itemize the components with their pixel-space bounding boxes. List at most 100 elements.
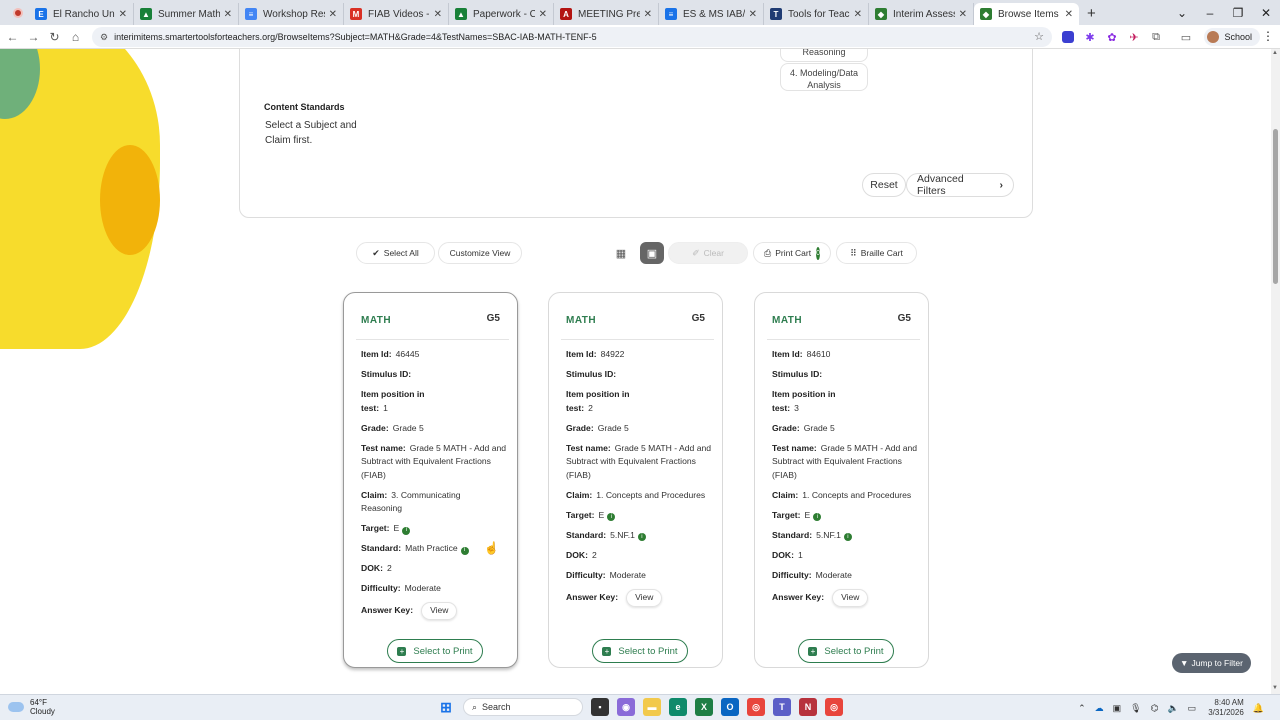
chrome-active-icon[interactable]: ◎ — [825, 698, 843, 716]
select-to-print-button[interactable]: + Select to Print — [592, 639, 688, 663]
claim-option-modeling[interactable]: 4. Modeling/Data Analysis — [780, 63, 868, 91]
more-menu-icon[interactable]: ⋮ — [1262, 29, 1274, 43]
difficulty-value: Moderate — [609, 569, 646, 580]
loom-extension-icon[interactable]: ✿ — [1101, 29, 1123, 45]
pink-extension-icon[interactable]: ✈ — [1123, 29, 1145, 45]
browser-tab[interactable]: ◆ Browse Items - Smarte ✕ — [974, 3, 1079, 25]
onedrive-icon[interactable]: ☁ — [1095, 703, 1104, 714]
edge-icon[interactable]: e — [669, 698, 687, 716]
battery-icon[interactable]: ▭ — [1188, 703, 1197, 714]
braille-cart-button[interactable]: ⠿ Braille Cart — [836, 242, 917, 264]
puzzle-extension-icon[interactable]: ✱ — [1079, 29, 1101, 45]
onenote-icon[interactable]: N — [799, 698, 817, 716]
view-answer-key-button[interactable]: View — [832, 588, 869, 607]
site-info-icon[interactable]: ⚙ — [100, 32, 108, 43]
tab-close-icon[interactable]: ✕ — [1065, 9, 1073, 20]
browser-tab[interactable]: A MEETING Preparation ✕ — [554, 3, 659, 25]
browser-tab[interactable]: ◆ Interim Assessment Ite ✕ — [869, 3, 974, 25]
item-card[interactable]: MATH G5 Item Id: 84610 Stimulus ID: Item … — [754, 292, 929, 668]
view-answer-key-button[interactable]: View — [626, 588, 663, 607]
view-answer-key-button[interactable]: View — [421, 602, 458, 620]
customize-view-button[interactable]: Customize View — [438, 242, 522, 264]
item-card[interactable]: MATH G5 Item Id: 46445 Stimulus ID: Item … — [343, 292, 518, 668]
tab-close-icon[interactable]: ✕ — [434, 9, 442, 20]
minimize-icon[interactable]: – — [1196, 6, 1224, 20]
browser-tab[interactable]: T Tools for Teachers Res ✕ — [764, 3, 869, 25]
taskbar-search[interactable]: ⌕ Search — [463, 698, 583, 716]
standard-row: Standard: 5.NF.1 i — [566, 529, 716, 543]
scrollbar-thumb[interactable] — [1273, 129, 1278, 284]
extensions-icon[interactable]: ⧉ — [1145, 29, 1167, 45]
advanced-filters-button[interactable]: Advanced Filters › — [906, 173, 1014, 197]
canva-extension-icon[interactable] — [1057, 29, 1079, 45]
printer-icon: ⎙ — [764, 247, 772, 258]
table-view-icon[interactable]: ▦ — [609, 242, 633, 264]
copilot-icon[interactable]: ◉ — [617, 698, 635, 716]
field-label: Item Id: — [566, 349, 597, 359]
select-all-button[interactable]: ✔ Select All — [356, 242, 435, 264]
chevron-down-icon[interactable]: ⌄ — [1168, 6, 1196, 20]
tab-close-icon[interactable]: ✕ — [119, 9, 127, 20]
reload-icon[interactable]: ↻ — [44, 30, 65, 44]
new-tab-button[interactable]: + — [1079, 5, 1104, 25]
teams-icon[interactable]: T — [773, 698, 791, 716]
tab-close-icon[interactable]: ✕ — [539, 9, 547, 20]
browser-tab[interactable]: ▲ Summer Math PD 2026 ✕ — [134, 3, 239, 25]
info-icon[interactable]: i — [460, 546, 469, 555]
forward-icon[interactable]: → — [23, 30, 44, 44]
browser-tab[interactable]: E El Rancho Unified Sch ✕ — [29, 3, 134, 25]
select-to-print-button[interactable]: + Select to Print — [387, 639, 483, 663]
info-icon[interactable]: i — [843, 533, 852, 542]
profile-button[interactable]: School — [1204, 28, 1260, 46]
clear-button[interactable]: ✐ Clear — [668, 242, 748, 264]
clock[interactable]: 8:40 AM 3/31/2026 — [1208, 698, 1244, 718]
info-icon[interactable]: i — [402, 526, 411, 535]
grid-view-icon[interactable]: ▣ — [640, 242, 664, 264]
close-window-icon[interactable]: ✕ — [1252, 6, 1280, 20]
url-field[interactable]: ⚙ interimitems.smartertoolsforteachers.o… — [92, 27, 1052, 47]
info-icon[interactable]: i — [607, 513, 616, 522]
weather-widget[interactable]: 64°F Cloudy — [8, 698, 55, 716]
tab-close-icon[interactable]: ✕ — [959, 9, 967, 20]
scroll-up-icon[interactable]: ▲ — [1272, 50, 1278, 56]
tray-overflow-icon[interactable]: ⌃ — [1078, 703, 1086, 714]
chrome-icon[interactable]: ◎ — [747, 698, 765, 716]
back-icon[interactable]: ← — [2, 30, 23, 44]
browser-tab[interactable]: ≡ Workshop Resources ✕ — [239, 3, 344, 25]
tab-close-icon[interactable]: ✕ — [854, 9, 862, 20]
outlook-icon[interactable]: O — [721, 698, 739, 716]
notifications-icon[interactable]: 🔔 — [1253, 703, 1264, 714]
profile-label: School — [1224, 32, 1252, 42]
volume-icon[interactable]: 🔈 — [1167, 703, 1178, 714]
item-card[interactable]: MATH G5 Item Id: 84922 Stimulus ID: Item … — [548, 292, 723, 668]
jump-to-filter-button[interactable]: ▼ Jump to Filter — [1172, 653, 1251, 673]
claim-option-partial[interactable]: Reasoning — [780, 49, 868, 62]
file-explorer-icon[interactable]: ▬ — [643, 698, 661, 716]
microphone-icon[interactable]: 🎙 — [1130, 703, 1141, 714]
task-view-icon[interactable]: ▪ — [591, 698, 609, 716]
bookmark-star-icon[interactable]: ☆ — [1034, 30, 1044, 43]
select-to-print-button[interactable]: + Select to Print — [798, 639, 894, 663]
teams-tray-icon[interactable]: ▣ — [1113, 703, 1122, 714]
difficulty-row: Difficulty: Moderate — [566, 569, 716, 583]
tab-close-icon[interactable]: ✕ — [644, 9, 652, 20]
tab-close-icon[interactable]: ✕ — [329, 9, 337, 20]
browser-tab[interactable]: ≡ ES & MS IAB/FIAB Rev ✕ — [659, 3, 764, 25]
browser-tab[interactable]: M FIAB Videos - tomseti ✕ — [344, 3, 449, 25]
page-content: Reasoning 4. Modeling/Data Analysis Cont… — [0, 49, 1280, 694]
excel-icon[interactable]: X — [695, 698, 713, 716]
reset-button[interactable]: Reset — [862, 173, 906, 197]
print-cart-button[interactable]: ⎙ Print Cart 0 — [753, 242, 831, 264]
tab-close-icon[interactable]: ✕ — [224, 9, 232, 20]
info-icon[interactable]: i — [637, 533, 646, 542]
tab-close-icon[interactable]: ✕ — [749, 9, 757, 20]
split-view-icon[interactable]: ▭ — [1175, 29, 1197, 45]
scroll-down-icon[interactable]: ▼ — [1272, 685, 1278, 691]
page-scrollbar[interactable]: ▲ ▼ — [1271, 49, 1280, 694]
info-icon[interactable]: i — [813, 513, 822, 522]
home-icon[interactable]: ⌂ — [65, 30, 86, 44]
wifi-icon[interactable]: ⌬ — [1151, 703, 1159, 714]
browser-tab[interactable]: ▲ Paperwork - Conference ✕ — [449, 3, 554, 25]
windows-start-icon[interactable]: ⊞ — [437, 698, 455, 716]
restore-icon[interactable]: ❐ — [1224, 6, 1252, 20]
